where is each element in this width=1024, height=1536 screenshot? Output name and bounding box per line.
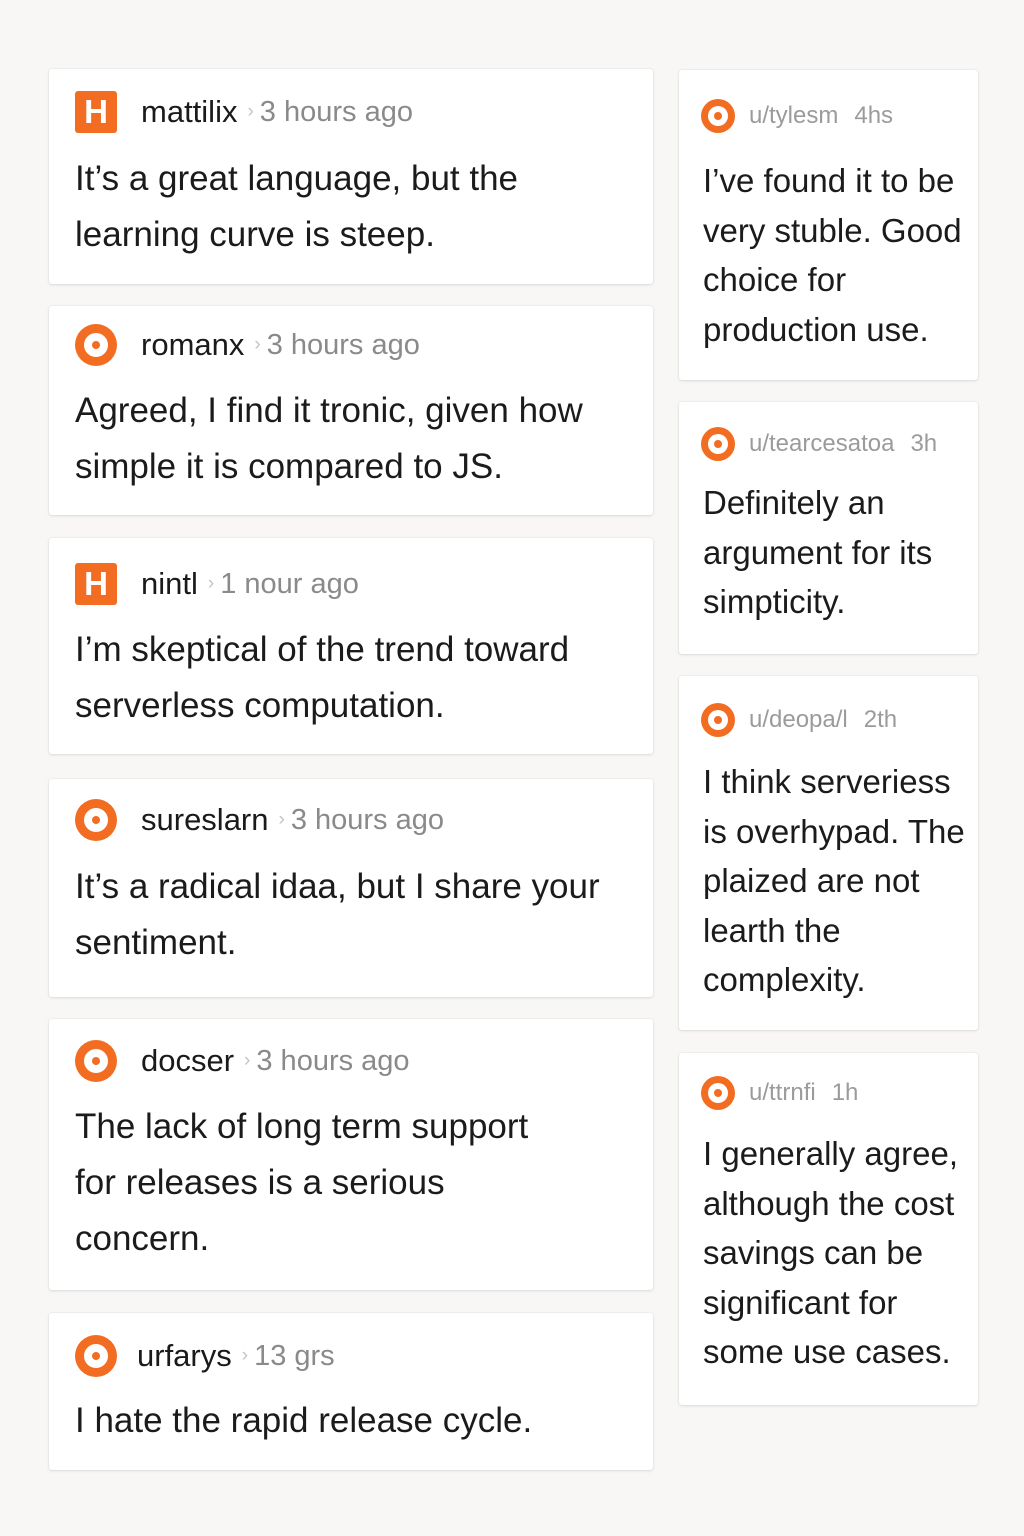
comment-card[interactable]: u/tearcesatoa 3h Definitely an argument … [679,402,978,654]
separator: › [247,101,254,122]
timestamp: 3 hours ago [256,1044,410,1077]
comment-text: It’s a great language, but the learning … [75,159,519,254]
username-link[interactable]: urfarys [137,1338,232,1374]
timestamp: 3 hours ago [266,328,420,361]
comment-meta: u/ttrnfi 1h [701,1075,858,1111]
comment-text: I generally agree, although the cost sav… [703,1135,958,1370]
comment-card[interactable]: sureslarn › 3 hours ago It’s a radical i… [49,779,653,997]
ring-icon [75,324,117,366]
comment-text: The lack of long term support for releas… [75,1107,529,1258]
username-link[interactable]: nintl [141,566,198,602]
h-square-icon: H [75,563,117,605]
username-link[interactable]: u/tylesm [749,102,838,130]
comment-text: I think serveriess is overhypad. The pla… [703,763,965,998]
comment-meta: u/tearcesatoa 3h [701,426,937,462]
comment-text: I’m skeptical of the trend toward server… [75,630,570,725]
separator: › [254,334,261,355]
ring-icon [701,427,735,461]
username-link[interactable]: sureslarn [141,802,269,838]
username-link[interactable]: romanx [141,327,244,363]
username-link[interactable]: u/tearcesatoa [749,430,894,458]
timestamp: 3 hours ago [290,803,444,836]
separator: › [244,1050,251,1071]
h-square-icon: H [75,91,117,133]
ring-icon [701,703,735,737]
separator: › [278,809,285,830]
comment-card[interactable]: docser › 3 hours ago The lack of long te… [49,1019,653,1290]
timestamp: 2th [863,706,898,733]
ring-icon [701,99,735,133]
comment-text: It’s a radical idaa, but I share your se… [75,867,600,962]
ring-icon [701,1076,735,1110]
comment-meta: romanx › 3 hours ago [75,324,420,366]
separator: › [207,573,215,594]
ring-icon [75,799,117,841]
comment-text: Agreed, I find it tronic, given how simp… [75,391,583,486]
comment-meta: u/deopa/l 2th [701,702,897,738]
comment-meta: docser › 3 hours ago [75,1040,410,1082]
comment-card[interactable]: u/deopa/l 2th I think serveriess is over… [679,676,978,1030]
ring-icon [75,1040,117,1082]
timestamp: 13 grs [254,1339,335,1372]
comment-card[interactable]: H nintl › 1 nour ago I’m skeptical of th… [49,538,653,754]
separator: › [241,1345,249,1366]
timestamp: 4hs [854,102,894,129]
comment-meta: H mattilix › 3 hours ago [75,91,413,133]
comment-card[interactable]: romanx › 3 hours ago Agreed, I find it t… [49,306,653,515]
username-link[interactable]: docser [141,1043,234,1079]
username-link[interactable]: u/deopa/l [749,706,848,734]
comment-text: I’ve found it to be very stuble. Good ch… [703,162,962,348]
username-link[interactable]: mattilix [141,94,237,130]
comment-card[interactable]: urfarys › 13 grs I hate the rapid releas… [49,1313,653,1470]
username-link[interactable]: u/ttrnfi [749,1079,816,1107]
timestamp: 3h [910,430,938,457]
comment-text: I hate the rapid release cycle. [75,1401,533,1440]
comment-meta: H nintl › 1 nour ago [75,563,359,605]
comment-text: Definitely an argument for its simpticit… [703,484,933,620]
comment-meta: urfarys › 13 grs [75,1335,335,1377]
comment-card[interactable]: u/tylesm 4hs I’ve found it to be very st… [679,70,978,380]
timestamp: 1h [831,1079,859,1106]
timestamp: 1 nour ago [220,567,359,600]
comment-meta: sureslarn › 3 hours ago [75,799,444,841]
timestamp: 3 hours ago [259,95,413,128]
ring-icon [75,1335,117,1377]
comment-card[interactable]: u/ttrnfi 1h I generally agree, although … [679,1053,978,1405]
comment-meta: u/tylesm 4hs [701,98,893,134]
comment-card[interactable]: H mattilix › 3 hours ago It’s a great la… [49,69,653,284]
